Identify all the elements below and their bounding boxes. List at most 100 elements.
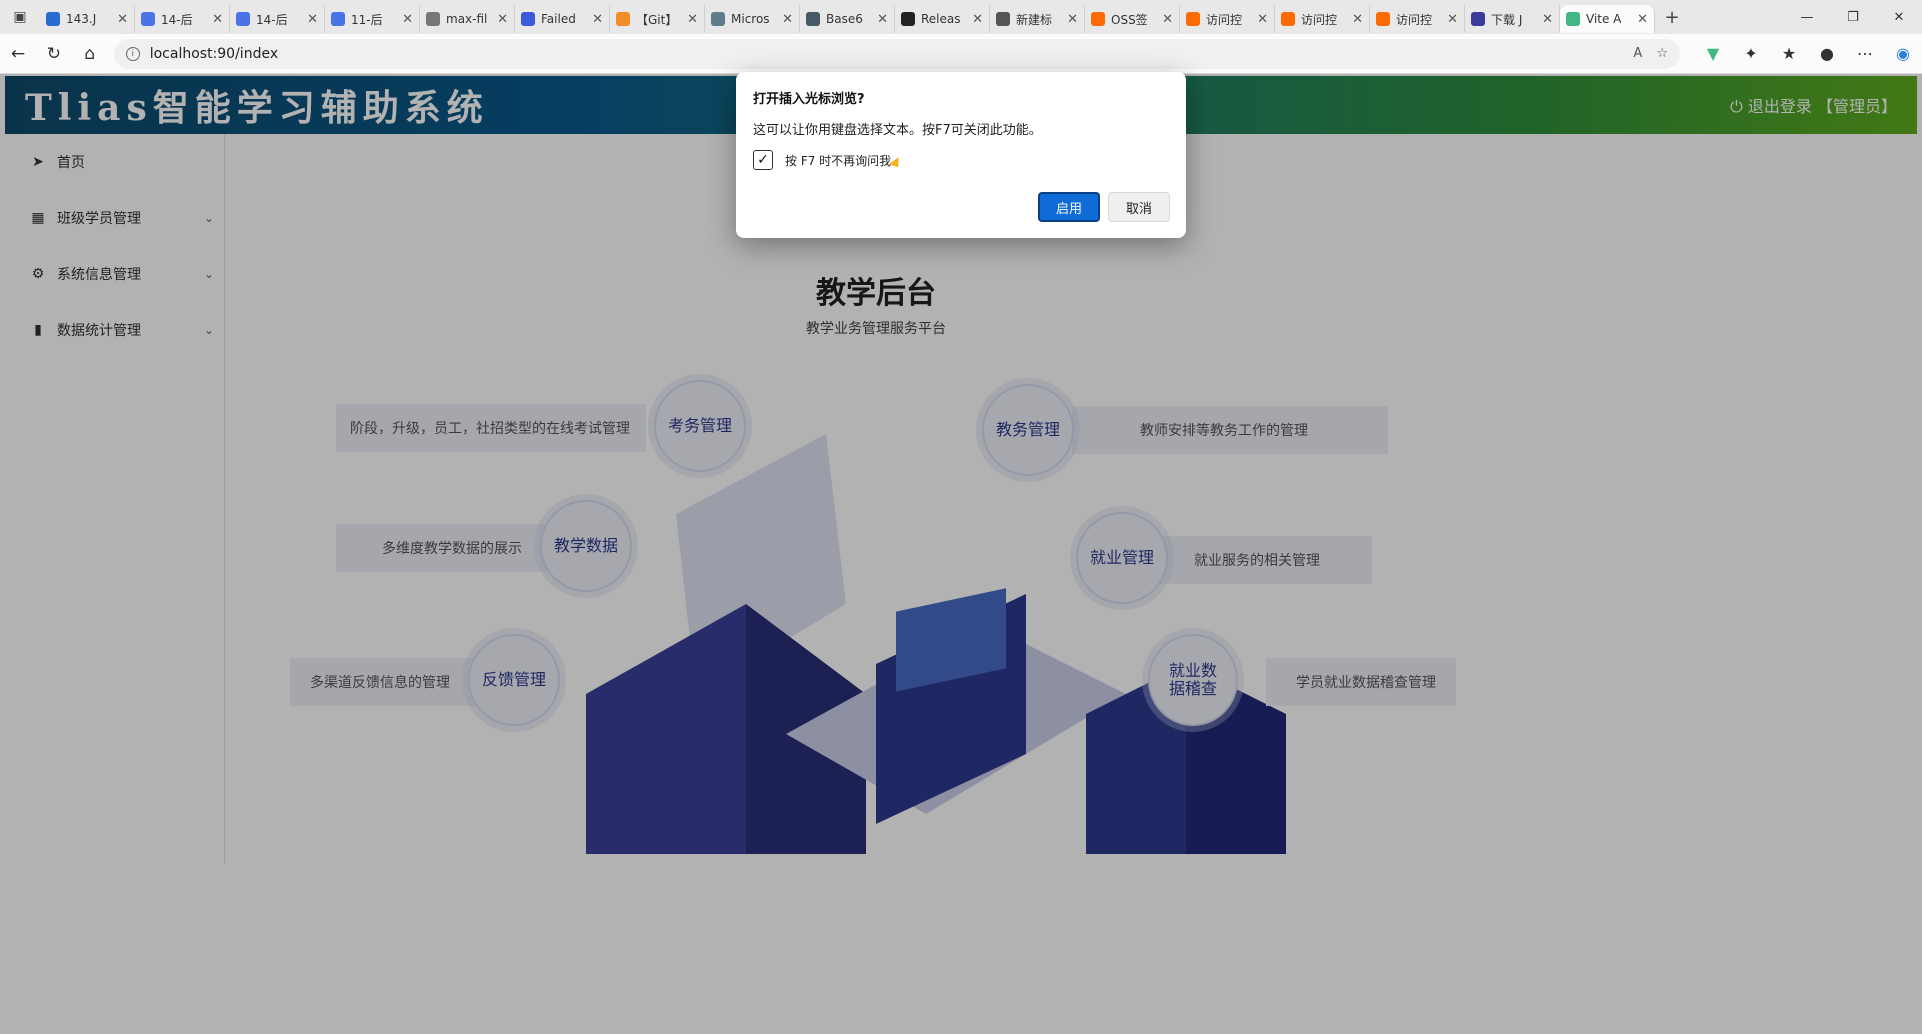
tab-title: OSS签 (1111, 12, 1148, 27)
favorites-icon[interactable]: ★ (1770, 36, 1808, 72)
tab-favicon-icon (1186, 12, 1200, 26)
refresh-icon[interactable]: ↻ (36, 36, 72, 72)
tab-favicon-icon (331, 12, 345, 26)
enable-button[interactable]: 启用 (1038, 192, 1100, 222)
tab-favicon-icon (141, 12, 155, 26)
copilot-icon[interactable]: ◉ (1884, 36, 1922, 72)
tab-favicon-icon (1376, 12, 1390, 26)
tab-actions-icon[interactable]: ▣ (0, 0, 40, 34)
tab-title: 11-后 (351, 12, 383, 27)
browser-tab[interactable]: 访问控 ✕ (1275, 5, 1370, 33)
browser-tab[interactable]: 访问控 ✕ (1180, 5, 1275, 33)
browser-tab[interactable]: 下载 J ✕ (1465, 5, 1560, 33)
tab-favicon-icon (521, 12, 535, 26)
checkbox-check-icon[interactable]: ✓ (753, 150, 773, 170)
tab-close-icon[interactable]: ✕ (1067, 12, 1078, 27)
tab-title: Failed (541, 12, 576, 26)
tab-title: 14-后 (256, 12, 288, 27)
site-info-icon[interactable]: i (125, 46, 140, 61)
tab-close-icon[interactable]: ✕ (1352, 12, 1363, 27)
tab-close-icon[interactable]: ✕ (307, 12, 318, 27)
tab-favicon-icon (46, 12, 60, 26)
tab-title: Releas (921, 12, 961, 26)
tab-close-icon[interactable]: ✕ (687, 12, 698, 27)
close-window-icon[interactable]: ✕ (1876, 0, 1922, 34)
url-text: localhost:90/index (149, 45, 279, 62)
read-aloud-icon[interactable]: A (1633, 46, 1642, 61)
restore-icon[interactable]: ❐ (1830, 0, 1876, 34)
browser-tab[interactable]: 14-后 ✕ (135, 5, 230, 33)
browser-tab[interactable]: Vite A ✕ (1560, 5, 1655, 33)
browser-tab[interactable]: Releas ✕ (895, 5, 990, 33)
browser-tab[interactable]: Micros ✕ (705, 5, 800, 33)
cancel-button[interactable]: 取消 (1108, 192, 1170, 222)
tab-close-icon[interactable]: ✕ (972, 12, 983, 27)
tab-title: Micros (731, 12, 770, 26)
tab-title: Vite A (1586, 12, 1622, 26)
browser-tab[interactable]: 143.J ✕ (40, 5, 135, 33)
browser-tab[interactable]: 【Git】 ✕ (610, 5, 705, 33)
browser-tab[interactable]: Failed ✕ (515, 5, 610, 33)
browser-tab[interactable]: 新建标 ✕ (990, 5, 1085, 33)
tab-close-icon[interactable]: ✕ (212, 12, 223, 27)
tab-close-icon[interactable]: ✕ (592, 12, 603, 27)
checkbox-label: 按 F7 时不再询问我 (785, 153, 892, 168)
caret-browsing-dialog: 打开插入光标浏览? 这可以让你用键盘选择文本。按F7可关闭此功能。 ✓ 按 F7… (736, 72, 1186, 238)
new-tab-button[interactable]: + (1655, 7, 1689, 28)
dialog-buttons: 启用 取消 (1030, 192, 1170, 222)
tab-close-icon[interactable]: ✕ (782, 12, 793, 27)
profile-avatar[interactable]: ● (1808, 36, 1846, 72)
tab-favicon-icon (1091, 12, 1105, 26)
tab-favicon-icon (996, 12, 1010, 26)
tab-title: 新建标 (1016, 12, 1053, 27)
tab-favicon-icon (1566, 12, 1580, 26)
tab-title: max-fil (446, 12, 488, 26)
extensions-icon[interactable]: ✦ (1732, 36, 1770, 72)
window-controls: — ❐ ✕ (1784, 0, 1922, 34)
tab-favicon-icon (616, 12, 630, 26)
browser-tab[interactable]: OSS签 ✕ (1085, 5, 1180, 33)
address-bar: ← ↻ ⌂ i localhost:90/index A ☆ ▼ ✦ ★ ● ⋯… (0, 34, 1922, 74)
tab-title: 访问控 (1301, 12, 1338, 27)
tab-title: 下载 J (1491, 12, 1523, 27)
browser-tab[interactable]: max-fil ✕ (420, 5, 515, 33)
tab-close-icon[interactable]: ✕ (1447, 12, 1458, 27)
tab-favicon-icon (1471, 12, 1485, 26)
tab-title: 访问控 (1396, 12, 1433, 27)
url-input[interactable]: i localhost:90/index A ☆ (113, 38, 1680, 69)
tab-close-icon[interactable]: ✕ (402, 12, 413, 27)
back-icon[interactable]: ← (0, 36, 36, 72)
tab-close-icon[interactable]: ✕ (497, 12, 508, 27)
tab-favicon-icon (426, 12, 440, 26)
browser-tab[interactable]: Base6 ✕ (800, 5, 895, 33)
browser-tab[interactable]: 11-后 ✕ (325, 5, 420, 33)
dont-ask-checkbox[interactable]: ✓ 按 F7 时不再询问我 (753, 150, 1169, 170)
tab-close-icon[interactable]: ✕ (1162, 12, 1173, 27)
favorite-star-icon[interactable]: ☆ (1656, 46, 1668, 61)
tab-close-icon[interactable]: ✕ (1542, 12, 1553, 27)
tab-title: 访问控 (1206, 12, 1243, 27)
tab-title: 14-后 (161, 12, 193, 27)
tab-close-icon[interactable]: ✕ (1257, 12, 1268, 27)
tab-favicon-icon (806, 12, 820, 26)
browser-tab[interactable]: 14-后 ✕ (230, 5, 325, 33)
browser-tab[interactable]: 访问控 ✕ (1370, 5, 1465, 33)
more-icon[interactable]: ⋯ (1846, 36, 1884, 72)
tab-close-icon[interactable]: ✕ (117, 12, 128, 27)
browser-tab-bar: ▣ 143.J ✕ 14-后 ✕ 14-后 ✕ 11-后 ✕ max-fil ✕ Failed ✕ 【G… (0, 0, 1922, 34)
dialog-title: 打开插入光标浏览? (753, 92, 865, 107)
minimize-icon[interactable]: — (1784, 0, 1830, 34)
vue-devtools-icon[interactable]: ▼ (1694, 36, 1732, 72)
tab-title: 【Git】 (636, 12, 678, 27)
home-icon[interactable]: ⌂ (72, 36, 108, 72)
browser-toolbar: ▼ ✦ ★ ● ⋯ ◉ (1694, 36, 1922, 72)
tab-title: 143.J (66, 12, 97, 26)
tab-favicon-icon (236, 12, 250, 26)
tab-favicon-icon (711, 12, 725, 26)
tab-close-icon[interactable]: ✕ (1637, 12, 1648, 27)
tab-close-icon[interactable]: ✕ (877, 12, 888, 27)
tab-favicon-icon (901, 12, 915, 26)
dialog-message: 这可以让你用键盘选择文本。按F7可关闭此功能。 (753, 123, 1042, 138)
tab-favicon-icon (1281, 12, 1295, 26)
tab-title: Base6 (826, 12, 863, 26)
